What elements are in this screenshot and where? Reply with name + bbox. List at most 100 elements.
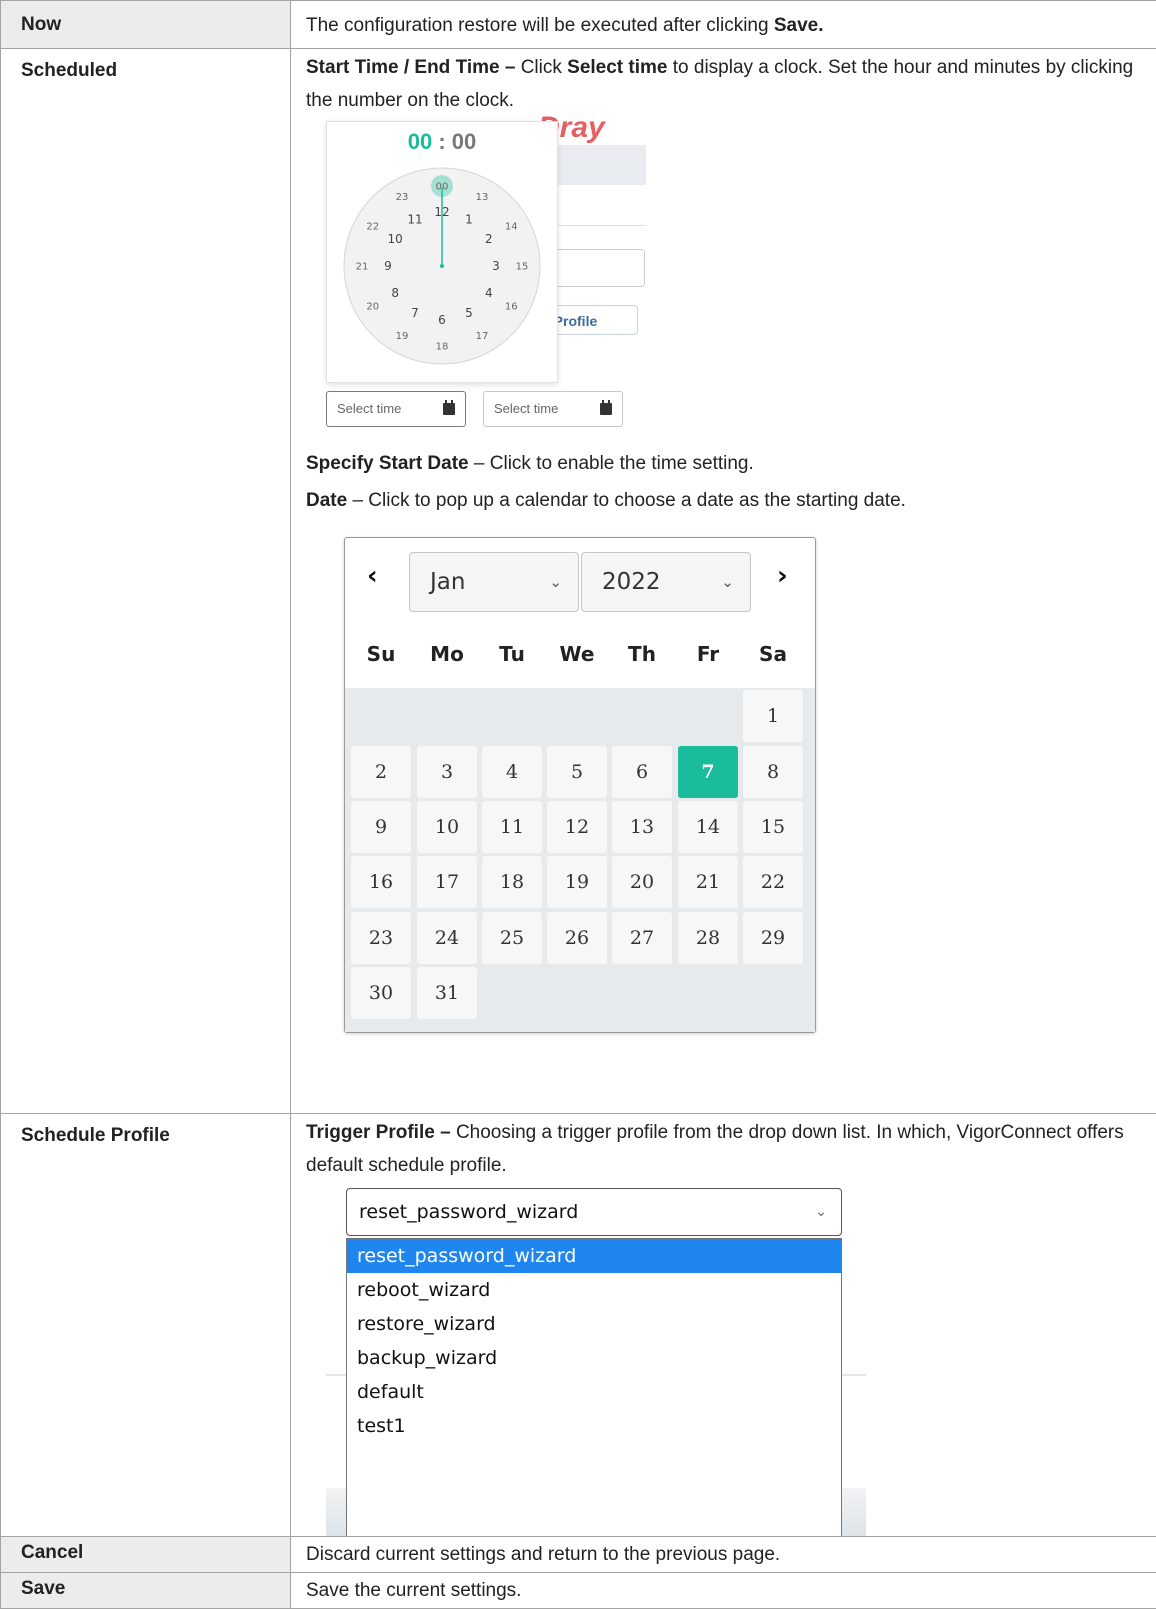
calendar-day[interactable]: 29 bbox=[743, 912, 803, 964]
calendar-icon[interactable] bbox=[600, 403, 612, 415]
prev-month-icon[interactable]: ‹ bbox=[367, 560, 378, 593]
clock-hour-outer[interactable]: 00 bbox=[436, 182, 449, 193]
trigger-profile-option[interactable]: default bbox=[347, 1375, 841, 1409]
calendar-day[interactable]: 16 bbox=[351, 856, 411, 908]
calendar-day[interactable]: 13 bbox=[612, 801, 672, 853]
clock-hour-outer[interactable]: 21 bbox=[356, 262, 369, 273]
clock-hour-outer[interactable]: 23 bbox=[396, 192, 409, 203]
clock-hour-inner[interactable]: 7 bbox=[411, 306, 419, 320]
trigger-profile-option[interactable]: test1 bbox=[347, 1409, 841, 1443]
trigger-profile-options: reset_password_wizardreboot_wizardrestor… bbox=[346, 1238, 842, 1536]
clock-hour-outer[interactable]: 13 bbox=[476, 192, 489, 203]
clock-hour-outer[interactable]: 15 bbox=[516, 262, 529, 273]
clock-hour-outer[interactable]: 18 bbox=[436, 342, 449, 353]
calendar-day[interactable]: 22 bbox=[743, 856, 803, 908]
calendar-day[interactable]: 20 bbox=[612, 856, 672, 908]
trigger-profile-option[interactable]: reset_password_wizard bbox=[347, 1239, 841, 1273]
clock-hour-inner[interactable]: 2 bbox=[485, 232, 493, 246]
calendar-day[interactable]: 18 bbox=[482, 856, 542, 908]
clock-hour-outer[interactable]: 16 bbox=[505, 302, 518, 313]
row-scheduled: Scheduled Start Time / End Time – Click … bbox=[1, 49, 1156, 1114]
trigger-profile-option[interactable]: reboot_wizard bbox=[347, 1273, 841, 1307]
trigger-profile-option[interactable]: backup_wizard bbox=[347, 1341, 841, 1375]
trigger-profile-paragraph: Trigger Profile – Choosing a trigger pro… bbox=[306, 1116, 1136, 1182]
calendar-day[interactable]: 4 bbox=[482, 746, 542, 798]
calendar-screenshot: ‹ Jan⌄ 2022⌄ › SuMoTuWeThFrSa12345678910… bbox=[306, 523, 846, 1069]
clock-hour-inner[interactable]: 11 bbox=[407, 212, 422, 226]
calendar-day[interactable]: 26 bbox=[547, 912, 607, 964]
calendar-day[interactable]: 17 bbox=[417, 856, 477, 908]
calendar-day[interactable]: 9 bbox=[351, 801, 411, 853]
calendar-day[interactable]: 10 bbox=[417, 801, 477, 853]
clock-face[interactable]: 001314151617181920212223121234567891011 bbox=[342, 166, 542, 366]
clock-hour-outer[interactable]: 14 bbox=[505, 222, 518, 233]
start-end-time-label: Start Time / End Time – bbox=[306, 57, 521, 78]
chevron-down-icon: ⌄ bbox=[721, 553, 734, 611]
calendar-day[interactable]: 19 bbox=[547, 856, 607, 908]
calendar-day[interactable]: 11 bbox=[482, 801, 542, 853]
start-time-input[interactable]: Select time bbox=[326, 391, 466, 427]
calendar-icon[interactable] bbox=[443, 403, 455, 415]
clock-hour-inner[interactable]: 6 bbox=[438, 313, 446, 327]
calendar-day[interactable]: 5 bbox=[547, 746, 607, 798]
clock-popup: 00 : 00 00131415161718192021222312123456… bbox=[326, 121, 558, 383]
term-scheduled: Scheduled bbox=[1, 49, 291, 1114]
weekday-header: Tu bbox=[483, 638, 541, 671]
calendar-day[interactable]: 15 bbox=[743, 801, 803, 853]
minute-display[interactable]: 00 bbox=[452, 129, 476, 154]
clock-center bbox=[440, 264, 444, 268]
next-month-icon[interactable]: › bbox=[777, 560, 788, 593]
calendar-day[interactable]: 30 bbox=[351, 967, 411, 1019]
term-now: Now bbox=[1, 1, 291, 49]
clock-hour-inner[interactable]: 5 bbox=[465, 306, 473, 320]
clock-hour-inner[interactable]: 4 bbox=[485, 286, 493, 300]
year-value: 2022 bbox=[602, 569, 661, 595]
calendar-day[interactable]: 24 bbox=[417, 912, 477, 964]
year-select[interactable]: 2022 ⌄ bbox=[581, 552, 751, 612]
specify-start-date-label: Specify Start Date bbox=[306, 453, 469, 474]
weekday-header: Mo bbox=[418, 638, 476, 671]
time-inputs: Select time Select time bbox=[326, 391, 646, 427]
weekday-header: Su bbox=[352, 638, 410, 671]
trigger-profile-option[interactable]: restore_wizard bbox=[347, 1307, 841, 1341]
clock-hour-inner[interactable]: 10 bbox=[388, 232, 403, 246]
clock-hour-outer[interactable]: 19 bbox=[396, 331, 409, 342]
clock-hour-inner[interactable]: 8 bbox=[391, 286, 399, 300]
calendar-day[interactable]: 2 bbox=[351, 746, 411, 798]
calendar-day[interactable]: 8 bbox=[743, 746, 803, 798]
desc-now-bold: Save. bbox=[774, 15, 824, 36]
clock-hour-inner[interactable]: 3 bbox=[492, 259, 500, 273]
calendar-day[interactable]: 3 bbox=[417, 746, 477, 798]
calendar-day[interactable]: 14 bbox=[678, 801, 738, 853]
weekday-header: We bbox=[548, 638, 606, 671]
calendar-day-selected[interactable]: 7 bbox=[678, 746, 738, 798]
clock-hour-outer[interactable]: 17 bbox=[476, 331, 489, 342]
month-select[interactable]: Jan⌄ bbox=[409, 552, 579, 612]
calendar-day[interactable]: 6 bbox=[612, 746, 672, 798]
calendar-day[interactable]: 23 bbox=[351, 912, 411, 964]
trigger-profile-selected: reset_password_wizard bbox=[359, 1201, 578, 1223]
clock-hour-outer[interactable]: 22 bbox=[366, 222, 379, 233]
calendar-day[interactable]: 31 bbox=[417, 967, 477, 1019]
specify-start-date-text: – Click to enable the time setting. bbox=[469, 453, 754, 474]
weekday-header: Th bbox=[613, 638, 671, 671]
calendar-day[interactable]: 1 bbox=[743, 690, 803, 742]
specify-start-date-paragraph: Specify Start Date – Click to enable the… bbox=[306, 447, 1136, 480]
trigger-profile-label: Trigger Profile – bbox=[306, 1122, 456, 1143]
time-separator: : bbox=[438, 129, 445, 154]
end-time-input[interactable]: Select time bbox=[483, 391, 623, 427]
term-schedule-profile: Schedule Profile bbox=[1, 1114, 291, 1537]
calendar-day[interactable]: 28 bbox=[678, 912, 738, 964]
clock-hour-inner[interactable]: 12 bbox=[434, 205, 449, 219]
end-time-placeholder: Select time bbox=[494, 401, 558, 416]
date-label: Date bbox=[306, 490, 347, 511]
trigger-profile-select[interactable]: reset_password_wizard⌄ bbox=[346, 1188, 842, 1236]
clock-hour-inner[interactable]: 9 bbox=[384, 259, 392, 273]
calendar-day[interactable]: 27 bbox=[612, 912, 672, 964]
calendar-day[interactable]: 21 bbox=[678, 856, 738, 908]
calendar-day[interactable]: 12 bbox=[547, 801, 607, 853]
clock-hour-outer[interactable]: 20 bbox=[366, 302, 379, 313]
calendar-day[interactable]: 25 bbox=[482, 912, 542, 964]
hour-display[interactable]: 00 bbox=[408, 129, 432, 154]
clock-hour-inner[interactable]: 1 bbox=[465, 212, 473, 226]
